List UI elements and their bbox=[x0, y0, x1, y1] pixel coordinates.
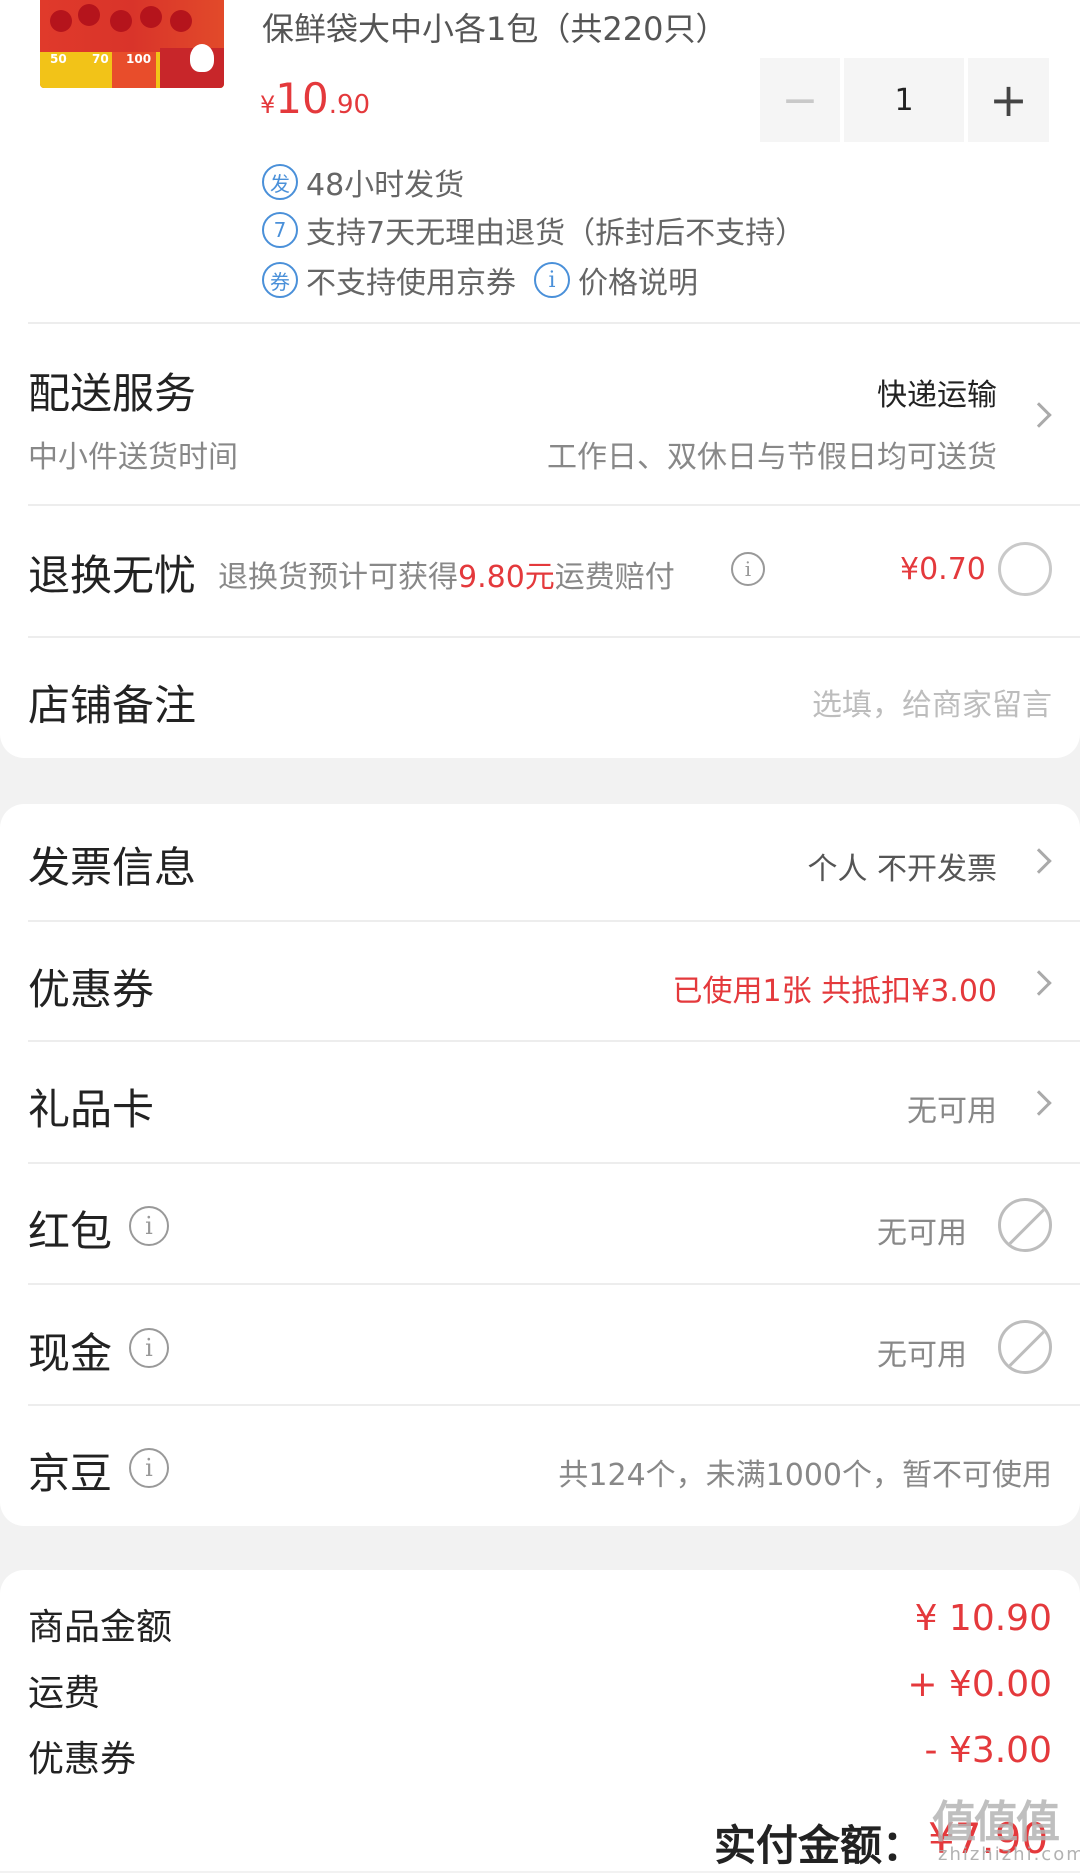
service-text: 不支持使用京券 bbox=[306, 266, 516, 301]
invoice-title: 发票信息 bbox=[28, 843, 197, 892]
price-symbol: ¥ bbox=[260, 91, 276, 119]
return-care-amount: 9.80元 bbox=[458, 560, 555, 595]
product-card: 50 70 100 保鲜袋大中小各1包（共220只） ¥10.90 − 1 + … bbox=[0, 0, 1080, 758]
jingdou-value: 共124个，未满1000个，暂不可使用 bbox=[558, 1458, 1052, 1493]
return-care-title: 退换无忧 bbox=[28, 551, 197, 600]
info-icon[interactable]: i bbox=[129, 1448, 169, 1488]
return-care-checkbox[interactable] bbox=[998, 542, 1052, 596]
service-text: 48小时发货 bbox=[306, 168, 465, 203]
total-label: 实付金额： bbox=[714, 1821, 925, 1870]
shop-note-input[interactable]: 选填，给商家留言 bbox=[812, 680, 1052, 724]
divider bbox=[28, 1404, 1080, 1406]
return-care-desc: 退换货预计可获得9.80元运费赔付 bbox=[218, 552, 675, 596]
delivery-time-label: 中小件送货时间 bbox=[28, 440, 238, 475]
decrease-button[interactable]: − bbox=[760, 58, 840, 142]
minus-icon: − bbox=[781, 74, 819, 126]
unavailable-icon bbox=[998, 1198, 1052, 1252]
delivery-method[interactable]: 快递运输 bbox=[877, 370, 997, 414]
divider bbox=[28, 504, 1080, 506]
red-packet-value: 无可用 bbox=[877, 1216, 967, 1251]
service-return: 7 支持7天无理由退货（拆封后不支持） bbox=[262, 208, 805, 252]
invoice-value: 个人 不开发票 bbox=[807, 852, 997, 887]
seven-day-return-icon: 7 bbox=[262, 212, 298, 248]
info-icon[interactable]: i bbox=[731, 552, 765, 586]
plus-icon: + bbox=[989, 73, 1028, 127]
unavailable-icon bbox=[998, 1320, 1052, 1374]
info-icon[interactable]: i bbox=[129, 1206, 169, 1246]
service-shipping: 发 48小时发货 bbox=[262, 160, 464, 204]
watermark-url: zhizhizhi.com bbox=[938, 1844, 1080, 1865]
jingdou-title: 京豆 bbox=[28, 1449, 113, 1498]
gift-card-title: 礼品卡 bbox=[28, 1085, 155, 1134]
quantity-stepper: − 1 + bbox=[760, 58, 1053, 142]
payment-options-card bbox=[0, 804, 1080, 1526]
summary-label: 优惠券 bbox=[28, 1739, 137, 1780]
thumb-label: 50 bbox=[50, 52, 67, 66]
summary-value: + ¥0.00 bbox=[907, 1664, 1052, 1705]
divider bbox=[28, 1283, 1080, 1285]
product-thumbnail[interactable]: 50 70 100 bbox=[40, 0, 224, 88]
info-icon[interactable]: i bbox=[534, 262, 570, 298]
return-care-desc-suffix: 运费赔付 bbox=[554, 560, 675, 595]
product-price: ¥10.90 bbox=[260, 74, 370, 123]
summary-value: - ¥3.00 bbox=[924, 1730, 1053, 1771]
thumb-label: 70 bbox=[92, 52, 109, 66]
watermark-logo: 值值值 bbox=[932, 1797, 1060, 1848]
divider bbox=[28, 1162, 1080, 1164]
chevron-right-icon[interactable] bbox=[1026, 402, 1052, 428]
divider bbox=[28, 636, 1080, 638]
cash-title: 现金 bbox=[28, 1329, 113, 1378]
coupon-value: 已使用1张 共抵扣¥3.00 bbox=[672, 974, 997, 1009]
coupon-badge-icon: 券 bbox=[262, 262, 298, 298]
price-note-link[interactable]: 价格说明 bbox=[578, 258, 698, 302]
price-decimal: .90 bbox=[328, 90, 371, 120]
divider bbox=[28, 322, 1080, 324]
return-care-desc-prefix: 退换货预计可获得 bbox=[218, 560, 458, 595]
increase-button[interactable]: + bbox=[968, 58, 1049, 142]
info-icon[interactable]: i bbox=[129, 1328, 169, 1368]
shipping-badge-icon: 发 bbox=[262, 164, 298, 200]
gift-card-value: 无可用 bbox=[907, 1094, 997, 1129]
price-integer: 10 bbox=[275, 74, 329, 123]
divider bbox=[28, 920, 1080, 922]
summary-value: ¥ 10.90 bbox=[914, 1598, 1052, 1639]
summary-label: 运费 bbox=[28, 1673, 101, 1714]
service-text: 支持7天无理由退货（拆封后不支持） bbox=[306, 216, 806, 251]
summary-label: 商品金额 bbox=[28, 1607, 173, 1648]
return-care-price: ¥0.70 bbox=[900, 552, 986, 587]
product-name[interactable]: 保鲜袋大中小各1包（共220只） bbox=[262, 4, 727, 50]
red-packet-title: 红包 bbox=[28, 1207, 113, 1256]
chef-logo-icon bbox=[190, 44, 214, 72]
coupon-title: 优惠券 bbox=[28, 965, 155, 1014]
thumb-label: 100 bbox=[126, 52, 152, 66]
service-coupon: 券 不支持使用京券 i 价格说明 bbox=[262, 258, 698, 302]
delivery-title: 配送服务 bbox=[28, 369, 197, 418]
delivery-time-value: 工作日、双休日与节假日均可送货 bbox=[547, 440, 997, 475]
divider bbox=[28, 1040, 1080, 1042]
quantity-input[interactable]: 1 bbox=[844, 58, 964, 142]
shop-note-title: 店铺备注 bbox=[28, 681, 197, 730]
cash-value: 无可用 bbox=[877, 1338, 967, 1373]
